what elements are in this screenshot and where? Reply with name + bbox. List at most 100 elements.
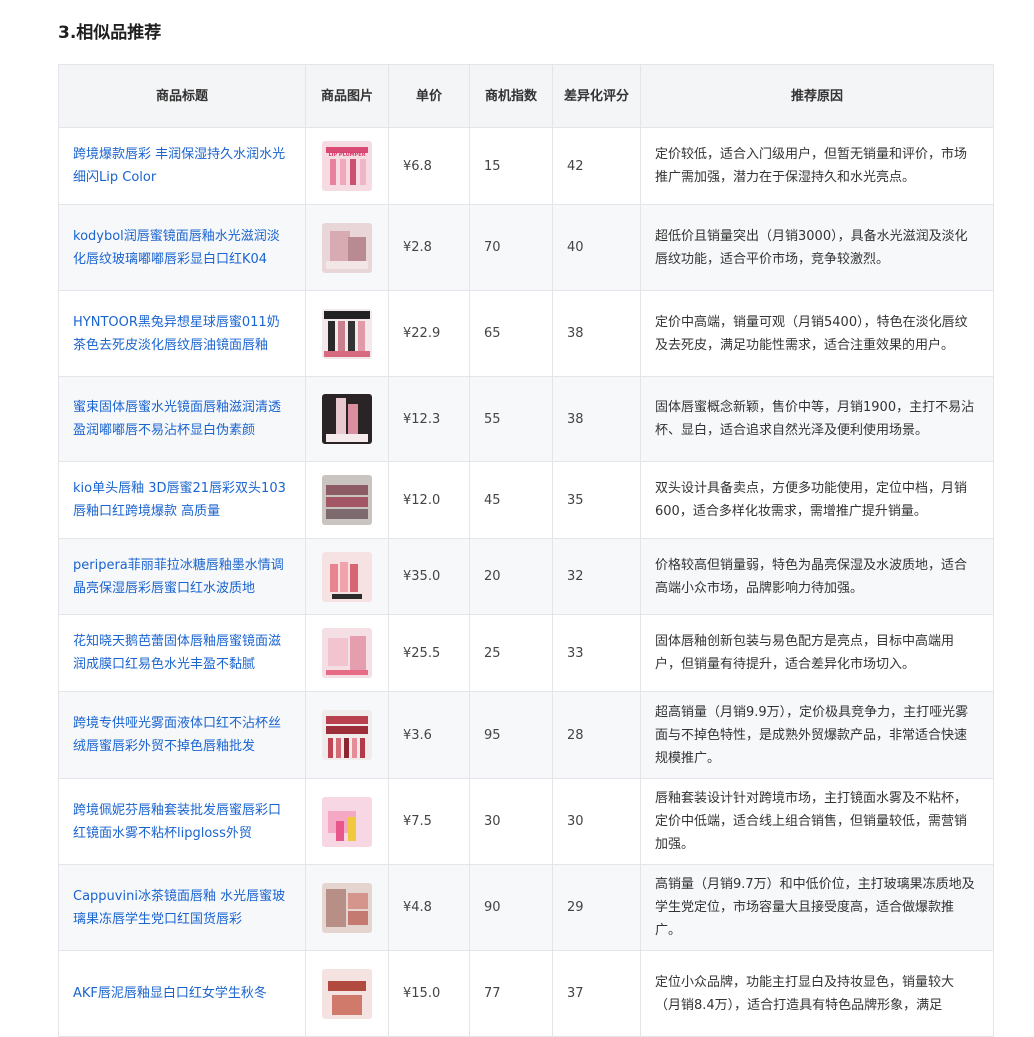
opportunity-index-cell: 90 (469, 864, 553, 951)
reason-cell: 唇釉套装设计针对跨境市场，主打镜面水雾及不粘杯，定价中低端，适合线上组合销售，但… (640, 778, 994, 865)
product-title-link[interactable]: kio单头唇釉 3D唇蜜21唇彩双头103唇釉口红跨境爆款 高质量 (73, 481, 286, 519)
similar-products-table: 商品标题 商品图片 单价 商机指数 差异化评分 推荐原因 跨境爆款唇彩 丰润保湿… (58, 64, 994, 1037)
product-image[interactable] (322, 551, 372, 602)
reason-cell: 定位小众品牌，功能主打显白及持妆显色，销量较大（月销8.4万），适合打造具有特色… (640, 950, 994, 1037)
product-title-link[interactable]: 跨境专供哑光雾面液体口红不沾杯丝绒唇蜜唇彩外贸不掉色唇釉批发 (73, 716, 281, 754)
header-reason: 推荐原因 (640, 64, 994, 128)
product-image[interactable] (322, 222, 372, 273)
product-image-cell (305, 461, 389, 539)
product-title-cell: kodybol润唇蜜镜面唇釉水光滋润淡化唇纹玻璃嘟嘟唇彩显白口红K04 (58, 204, 306, 291)
diff-score-cell: 37 (552, 950, 641, 1037)
header-diff-score: 差异化评分 (552, 64, 641, 128)
opportunity-index-cell: 95 (469, 691, 553, 779)
price-cell: ¥2.8 (388, 204, 470, 291)
price-cell: ¥7.5 (388, 778, 470, 865)
product-image-cell (305, 290, 389, 377)
reason-cell: 固体唇蜜概念新颖，售价中等，月销1900，主打不易沾杯、显白，适合追求自然光泽及… (640, 376, 994, 462)
product-image-label: LIP PLUMPER (328, 152, 366, 158)
reason-cell: 定价较低，适合入门级用户，但暂无销量和评价，市场推广需加强，潜力在于保湿持久和水… (640, 127, 994, 205)
table-row: 花知晓天鹅芭蕾固体唇釉唇蜜镜面滋润成膜口红易色水光丰盈不黏腻 ¥25.5 25 … (58, 614, 994, 692)
diff-score-cell: 30 (552, 778, 641, 865)
product-image[interactable] (322, 628, 372, 678)
product-image-cell (305, 614, 389, 692)
price-cell: ¥12.3 (388, 376, 470, 462)
table-header-row: 商品标题 商品图片 单价 商机指数 差异化评分 推荐原因 (58, 64, 994, 128)
product-title-link[interactable]: kodybol润唇蜜镜面唇釉水光滋润淡化唇纹玻璃嘟嘟唇彩显白口红K04 (73, 229, 280, 267)
diff-score-cell: 29 (552, 864, 641, 951)
diff-score-cell: 28 (552, 691, 641, 779)
table-row: kio单头唇釉 3D唇蜜21唇彩双头103唇釉口红跨境爆款 高质量 ¥12.0 … (58, 461, 994, 539)
opportunity-index-cell: 65 (469, 290, 553, 377)
opportunity-index-cell: 15 (469, 127, 553, 205)
product-image-cell (305, 204, 389, 291)
product-title-cell: 跨境爆款唇彩 丰润保湿持久水润水光细闪Lip Color (58, 127, 306, 205)
reason-cell: 超低价且销量突出（月销3000），具备水光滋润及淡化唇纹功能，适合平价市场，竞争… (640, 204, 994, 291)
table-row: AKF唇泥唇釉显白口红女学生秋冬 ¥15.0 77 37 定位小众品牌，功能主打… (58, 950, 994, 1037)
diff-score-cell: 38 (552, 290, 641, 377)
product-title-link[interactable]: 跨境爆款唇彩 丰润保湿持久水润水光细闪Lip Color (73, 147, 285, 185)
reason-cell: 双头设计具备卖点，方便多功能使用，定位中档，月销600，适合多样化妆需求，需增推… (640, 461, 994, 539)
diff-score-cell: 33 (552, 614, 641, 692)
opportunity-index-cell: 77 (469, 950, 553, 1037)
table-row: HYNTOOR黑兔异想星球唇蜜011奶茶色去死皮淡化唇纹唇油镜面唇釉 ¥22.9… (58, 290, 994, 377)
product-image[interactable]: LIP PLUMPER (322, 141, 372, 191)
reason-cell: 固体唇釉创新包装与易色配方是亮点，目标中高端用户，但销量有待提升，适合差异化市场… (640, 614, 994, 692)
product-title-cell: Cappuvini冰茶镜面唇釉 水光唇蜜玻璃果冻唇学生党口红国货唇彩 (58, 864, 306, 951)
reason-cell: 价格较高但销量弱，特色为晶亮保湿及水波质地，适合高端小众市场，品牌影响力待加强。 (640, 538, 994, 615)
product-title-cell: peripera菲丽菲拉冰糖唇釉墨水情调晶亮保湿唇彩唇蜜口红水波质地 (58, 538, 306, 615)
product-title-cell: kio单头唇釉 3D唇蜜21唇彩双头103唇釉口红跨境爆款 高质量 (58, 461, 306, 539)
diff-score-cell: 32 (552, 538, 641, 615)
product-title-link[interactable]: Cappuvini冰茶镜面唇釉 水光唇蜜玻璃果冻唇学生党口红国货唇彩 (73, 889, 285, 927)
table-row: kodybol润唇蜜镜面唇釉水光滋润淡化唇纹玻璃嘟嘟唇彩显白口红K04 ¥2.8… (58, 204, 994, 291)
opportunity-index-cell: 70 (469, 204, 553, 291)
table-row: 蜜束固体唇蜜水光镜面唇釉滋润清透盈润嘟嘟唇不易沾杯显白伪素颜 ¥12.3 55 … (58, 376, 994, 462)
price-cell: ¥35.0 (388, 538, 470, 615)
price-cell: ¥4.8 (388, 864, 470, 951)
product-title-link[interactable]: HYNTOOR黑兔异想星球唇蜜011奶茶色去死皮淡化唇纹唇油镜面唇釉 (73, 315, 280, 353)
product-title-cell: HYNTOOR黑兔异想星球唇蜜011奶茶色去死皮淡化唇纹唇油镜面唇釉 (58, 290, 306, 377)
product-image-cell (305, 864, 389, 951)
diff-score-cell: 40 (552, 204, 641, 291)
reason-cell: 超高销量（月销9.9万），定价极具竞争力，主打哑光雾面与不掉色特性，是成熟外贸爆… (640, 691, 994, 779)
product-image[interactable] (322, 968, 372, 1019)
price-cell: ¥22.9 (388, 290, 470, 377)
table-row: 跨境佩妮芬唇釉套装批发唇蜜唇彩口红镜面水雾不粘杯lipgloss外贸 ¥7.5 … (58, 778, 994, 865)
opportunity-index-cell: 30 (469, 778, 553, 865)
reason-cell: 定价中高端，销量可观（月销5400），特色在淡化唇纹及去死皮，满足功能性需求，适… (640, 290, 994, 377)
product-title-link[interactable]: 蜜束固体唇蜜水光镜面唇釉滋润清透盈润嘟嘟唇不易沾杯显白伪素颜 (73, 400, 281, 438)
product-image-cell (305, 691, 389, 779)
product-image-cell (305, 376, 389, 462)
section-title: 3.相似品推荐 (58, 23, 162, 43)
product-image[interactable] (322, 475, 372, 525)
product-title-cell: 跨境佩妮芬唇釉套装批发唇蜜唇彩口红镜面水雾不粘杯lipgloss外贸 (58, 778, 306, 865)
opportunity-index-cell: 25 (469, 614, 553, 692)
product-title-cell: 花知晓天鹅芭蕾固体唇釉唇蜜镜面滋润成膜口红易色水光丰盈不黏腻 (58, 614, 306, 692)
similar-products-table-wrapper: 商品标题 商品图片 单价 商机指数 差异化评分 推荐原因 跨境爆款唇彩 丰润保湿… (58, 64, 994, 1037)
product-image[interactable] (322, 796, 372, 847)
table-row: 跨境专供哑光雾面液体口红不沾杯丝绒唇蜜唇彩外贸不掉色唇釉批发 ¥3.6 95 2… (58, 691, 994, 779)
price-cell: ¥12.0 (388, 461, 470, 539)
diff-score-cell: 35 (552, 461, 641, 539)
product-title-link[interactable]: 花知晓天鹅芭蕾固体唇釉唇蜜镜面滋润成膜口红易色水光丰盈不黏腻 (73, 634, 281, 672)
opportunity-index-cell: 20 (469, 538, 553, 615)
product-title-link[interactable]: peripera菲丽菲拉冰糖唇釉墨水情调晶亮保湿唇彩唇蜜口红水波质地 (73, 558, 284, 596)
opportunity-index-cell: 45 (469, 461, 553, 539)
table-row: Cappuvini冰茶镜面唇釉 水光唇蜜玻璃果冻唇学生党口红国货唇彩 ¥4.8 … (58, 864, 994, 951)
product-image[interactable] (322, 394, 372, 444)
product-image[interactable] (322, 882, 372, 933)
price-cell: ¥25.5 (388, 614, 470, 692)
product-image[interactable] (322, 710, 372, 760)
product-image-cell (305, 538, 389, 615)
price-cell: ¥6.8 (388, 127, 470, 205)
reason-cell: 高销量（月销9.7万）和中低价位，主打玻璃果冻质地及学生党定位，市场容量大且接受… (640, 864, 994, 951)
header-image: 商品图片 (305, 64, 389, 128)
product-title-link[interactable]: 跨境佩妮芬唇釉套装批发唇蜜唇彩口红镜面水雾不粘杯lipgloss外贸 (73, 803, 281, 841)
diff-score-cell: 38 (552, 376, 641, 462)
product-title-cell: AKF唇泥唇釉显白口红女学生秋冬 (58, 950, 306, 1037)
price-cell: ¥15.0 (388, 950, 470, 1037)
header-price: 单价 (388, 64, 470, 128)
product-image[interactable] (322, 308, 372, 359)
header-title: 商品标题 (58, 64, 306, 128)
product-title-link[interactable]: AKF唇泥唇釉显白口红女学生秋冬 (73, 986, 267, 1001)
table-row: 跨境爆款唇彩 丰润保湿持久水润水光细闪Lip Color LIP PLUMPER… (58, 127, 994, 205)
